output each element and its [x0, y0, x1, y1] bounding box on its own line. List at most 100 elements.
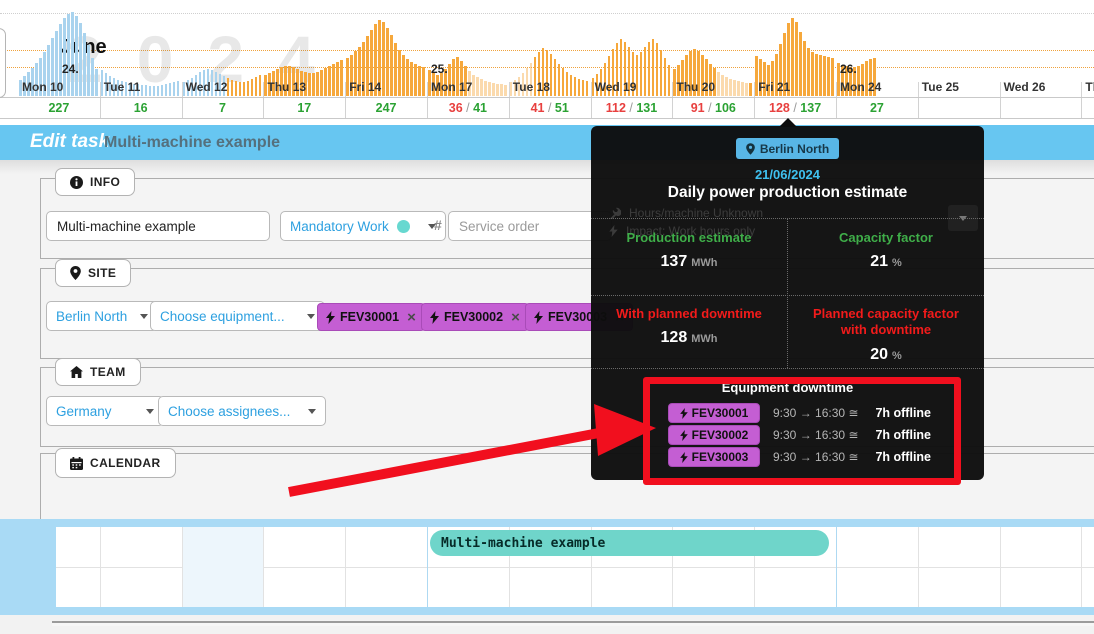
equipment-tag[interactable]: FEV30002 × — [421, 303, 529, 331]
calendar-cell[interactable] — [263, 527, 345, 567]
equipment-placeholder: Choose equipment... — [160, 309, 285, 324]
equipment-tag-label: FEV30001 — [340, 310, 399, 324]
day-tick — [182, 82, 183, 97]
production-timeline-chart[interactable]: 2024 June 24.Mon 10Tue 11Wed 12Thu 13Fri… — [0, 0, 1094, 125]
tooltip-site-chip[interactable]: Berlin North — [736, 138, 839, 159]
site-value: Berlin North — [56, 309, 127, 324]
day-tick — [918, 82, 919, 97]
metric-value: 128 — [661, 329, 688, 346]
calendar-cell[interactable] — [56, 527, 100, 567]
day-value-cell: 27 — [836, 98, 919, 118]
calendar-cell[interactable] — [345, 527, 427, 567]
day-value-cell: 112 / 131 — [591, 98, 674, 118]
task-type-color-dot — [397, 220, 410, 233]
metric-label: With planned downtime — [591, 306, 787, 322]
team-value: Germany — [56, 404, 112, 419]
calendar-cell[interactable] — [836, 567, 918, 607]
calendar-cell[interactable] — [672, 567, 754, 607]
tab-team[interactable]: TEAM — [55, 358, 141, 386]
metric-planned-capacity-factor: Planned capacity factor with downtime 20… — [788, 306, 984, 364]
calendar-cell[interactable] — [56, 567, 100, 607]
calendar-cell[interactable] — [100, 567, 182, 607]
day-label: Tue 18 — [513, 80, 550, 94]
location-pin-icon — [746, 143, 755, 155]
day-label: Thu 20 — [676, 80, 715, 94]
collapsed-panel-handle[interactable] — [0, 28, 6, 98]
calendar-cell[interactable] — [509, 567, 591, 607]
calendar-cell[interactable] — [1081, 527, 1094, 567]
next-row-divider — [52, 621, 1094, 626]
calendar-cell[interactable] — [1000, 527, 1082, 567]
tab-calendar-label: CALENDAR — [90, 456, 161, 470]
service-order-input[interactable] — [449, 212, 611, 240]
calendar-cell[interactable] — [427, 567, 509, 607]
assignees-select[interactable]: Choose assignees... — [158, 396, 326, 426]
calendar-cell[interactable] — [591, 567, 673, 607]
metric-value: 21 — [870, 253, 888, 270]
calendar-cell[interactable] — [754, 567, 836, 607]
week-number: 24. — [62, 62, 79, 76]
assignees-placeholder: Choose assignees... — [168, 404, 290, 419]
info-icon — [70, 176, 83, 189]
day-label: Mon 24 — [840, 80, 881, 94]
tooltip-notch — [779, 118, 797, 127]
tab-calendar[interactable]: CALENDAR — [55, 448, 176, 478]
calendar-cell[interactable] — [263, 567, 345, 607]
calendar-cell[interactable] — [100, 527, 182, 567]
day-value-cell: 227 — [18, 98, 101, 118]
annotation-highlight-box — [643, 377, 961, 485]
day-tick — [345, 82, 346, 97]
day-tick — [100, 82, 101, 97]
tab-team-label: TEAM — [90, 365, 126, 379]
day-label: Thu — [1085, 80, 1094, 94]
home-icon — [70, 366, 83, 378]
calendar-cell[interactable] — [345, 567, 427, 607]
equipment-tag[interactable]: FEV30001 × — [317, 303, 425, 331]
remove-tag-icon[interactable]: × — [407, 310, 416, 325]
task-name-field-wrap — [46, 211, 270, 241]
calendar-event-label: Multi-machine example — [441, 536, 605, 551]
equipment-select[interactable]: Choose equipment... — [150, 301, 325, 331]
chevron-down-icon — [146, 409, 154, 414]
metric-label: Capacity factor — [788, 230, 984, 246]
task-type-value: Mandatory Work — [290, 219, 389, 234]
tab-info-label: INFO — [90, 175, 120, 189]
tooltip-date: 21/06/2024 — [591, 167, 984, 182]
day-value-cell: 17 — [263, 98, 346, 118]
calendar-cell[interactable] — [182, 567, 264, 607]
day-value-cell — [1000, 98, 1083, 118]
calendar-cell[interactable] — [836, 527, 918, 567]
tab-site[interactable]: SITE — [55, 259, 131, 287]
site-select[interactable]: Berlin North — [46, 301, 158, 331]
calendar-cell[interactable] — [182, 527, 264, 567]
calendar-event-bar[interactable]: Multi-machine example — [430, 530, 829, 556]
metric-label: Planned capacity factor with downtime — [788, 306, 984, 339]
day-label: Mon 17 — [431, 80, 472, 94]
task-type-select[interactable]: Mandatory Work — [280, 211, 446, 241]
day-label: Thu 13 — [267, 80, 306, 94]
day-label: Tue 25 — [922, 80, 959, 94]
calendar-cell[interactable] — [918, 527, 1000, 567]
week-number: 26. — [840, 62, 857, 76]
day-tick — [591, 82, 592, 97]
tab-info[interactable]: INFO — [55, 168, 135, 196]
service-order-hash: # — [434, 217, 442, 233]
tab-site-label: SITE — [88, 266, 116, 280]
remove-tag-icon[interactable]: × — [511, 310, 520, 325]
location-pin-icon — [70, 266, 81, 280]
metric-unit: % — [892, 257, 902, 269]
tooltip-divider — [591, 368, 984, 369]
day-value-cell: 7 — [182, 98, 265, 118]
day-value-cell: 41 / 51 — [509, 98, 592, 118]
calendar-cell[interactable] — [918, 567, 1000, 607]
calendar-cell[interactable] — [1081, 567, 1094, 607]
day-tick — [1081, 82, 1082, 97]
team-select[interactable]: Germany — [46, 396, 164, 426]
week-number: 25. — [431, 62, 448, 76]
bolt-icon — [534, 311, 543, 324]
calendar-cell[interactable] — [1000, 567, 1082, 607]
task-name-input[interactable] — [47, 212, 269, 240]
calendar-grid[interactable]: Multi-machine example — [56, 527, 1094, 607]
metric-production-estimate: Production estimate 137MWh — [591, 230, 787, 271]
tooltip-title: Daily power production estimate — [591, 184, 984, 202]
